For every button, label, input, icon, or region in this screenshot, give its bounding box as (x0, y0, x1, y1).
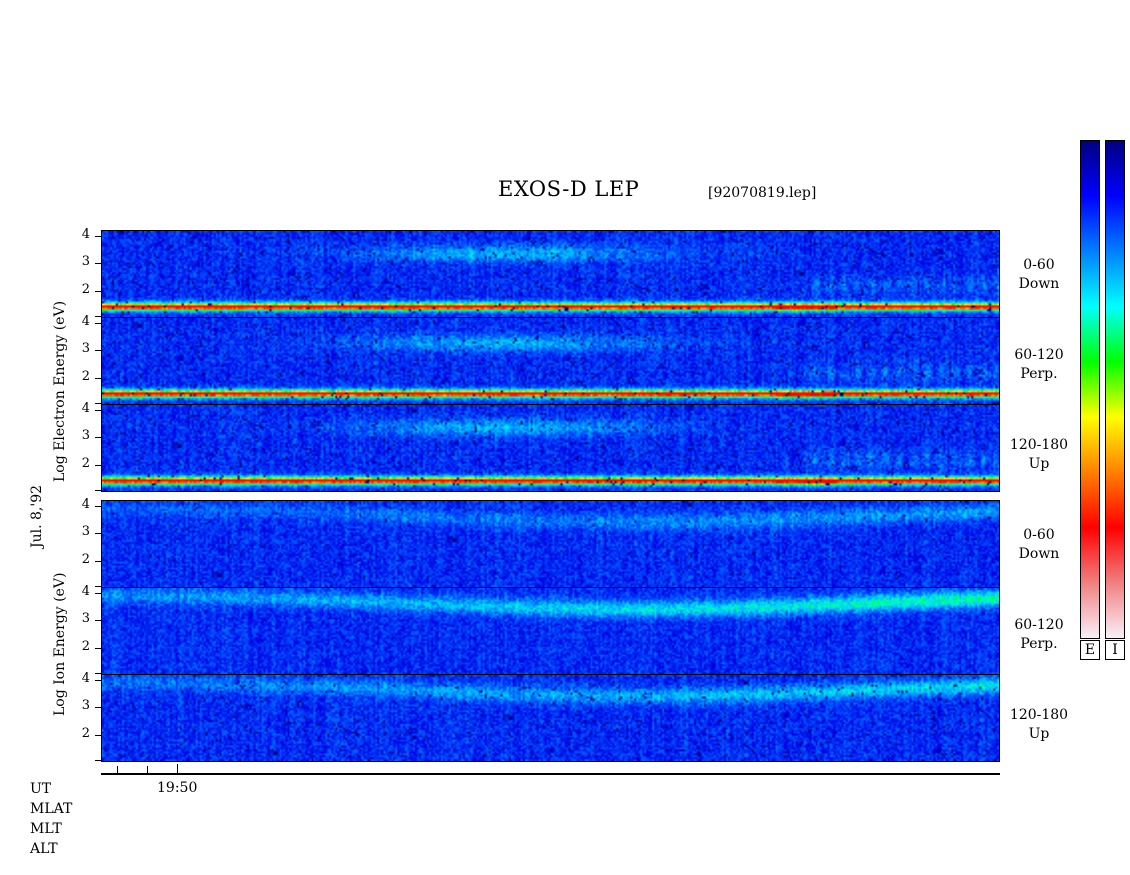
chart-title: EXOS-D LEP (498, 177, 640, 201)
y-tick-mark (95, 410, 101, 411)
pitch-direction: Perp. (1020, 636, 1058, 652)
y-tick-mark (95, 673, 101, 674)
axis-row-labels: UT MLAT MLT ALT (30, 779, 72, 859)
spectrogram-electron-down (102, 231, 999, 317)
file-name: [92070819.lep] (708, 185, 817, 201)
pitch-range: 0-60 (1023, 527, 1055, 543)
colorbar-ion (1105, 140, 1125, 639)
pitch-range: 0-60 (1023, 257, 1055, 273)
y-tick-label: 3 (81, 254, 90, 269)
y-tick-mark (95, 760, 101, 761)
spectrogram-ion-down (102, 501, 999, 587)
y-tick-mark (95, 735, 101, 736)
pitch-direction: Down (1018, 546, 1060, 562)
pitch-range: 120-180 (1009, 437, 1069, 453)
panel-ion-down (101, 500, 1000, 588)
y-tick-mark (95, 490, 101, 491)
time-tick (147, 766, 148, 774)
time-axis (101, 773, 1000, 775)
pitch-direction: Down (1018, 276, 1060, 292)
y-tick-mark (95, 620, 101, 621)
y-tick-label: 3 (81, 524, 90, 539)
y-tick-mark (95, 648, 101, 649)
y-tick-label: 2 (81, 725, 90, 741)
spectrogram-electron-up (102, 405, 999, 491)
panel-electron-up (101, 404, 1000, 492)
y-tick-mark (95, 291, 101, 292)
spectrogram-electron-perp (102, 318, 999, 404)
y-tick-label: 4 (81, 313, 90, 329)
y-tick-mark (95, 378, 101, 379)
y-tick-mark (95, 316, 101, 317)
axis-row-alt: ALT (30, 841, 58, 857)
time-tick (177, 764, 178, 774)
y-tick-mark (95, 680, 101, 681)
panel-ion-perp (101, 587, 1000, 675)
y-tick-mark (95, 350, 101, 351)
y-tick-mark (95, 236, 101, 237)
pitch-direction: Up (1028, 726, 1050, 742)
pitch-label-electron-down: 0-60 Down (1004, 256, 1074, 294)
ion-y-label: Log Ion Energy (eV) (52, 572, 68, 716)
y-tick-mark (95, 437, 101, 438)
y-tick-label: 4 (81, 226, 90, 242)
y-tick-mark (95, 263, 101, 264)
y-tick-label: 2 (81, 638, 90, 654)
axis-row-ut: UT (30, 781, 52, 797)
y-tick-label: 2 (81, 281, 90, 297)
axis-row-mlt: MLT (30, 821, 62, 837)
pitch-label-electron-perp: 60-120 Perp. (1004, 346, 1074, 384)
y-tick-label: 2 (81, 551, 90, 567)
pitch-direction: Up (1028, 456, 1050, 472)
spectrogram-ion-up (102, 675, 999, 761)
colorbar-electron (1080, 140, 1100, 639)
y-tick-mark (95, 465, 101, 466)
y-tick-label: 2 (81, 368, 90, 384)
y-tick-mark (95, 586, 101, 587)
pitch-range: 120-180 (1009, 707, 1069, 723)
y-tick-label: 3 (81, 428, 90, 443)
spectrogram-ion-perp (102, 588, 999, 674)
y-tick-mark (95, 533, 101, 534)
axis-row-mlat: MLAT (30, 801, 73, 817)
y-tick-label: 2 (81, 455, 90, 471)
pitch-label-ion-down: 0-60 Down (1004, 526, 1074, 564)
y-tick-label: 4 (81, 670, 90, 686)
y-tick-mark (95, 403, 101, 404)
time-tick (117, 766, 118, 774)
pitch-label-electron-up: 120-180 Up (1004, 436, 1074, 474)
y-tick-mark (95, 593, 101, 594)
pitch-label-ion-perp: 60-120 Perp. (1004, 616, 1074, 654)
colorbar-electron-label: E (1080, 640, 1100, 660)
y-tick-label: 3 (81, 611, 90, 626)
y-tick-label: 4 (81, 400, 90, 416)
y-tick-label: 3 (81, 698, 90, 713)
panel-electron-perp (101, 317, 1000, 405)
y-tick-mark (95, 707, 101, 708)
y-tick-label: 3 (81, 341, 90, 356)
pitch-range: 60-120 (1014, 617, 1064, 633)
y-tick-label: 4 (81, 496, 90, 512)
panel-electron-down (101, 230, 1000, 318)
electron-y-label: Log Electron Energy (eV) (52, 300, 68, 482)
pitch-range: 60-120 (1014, 347, 1064, 363)
pitch-direction: Perp. (1020, 366, 1058, 382)
colorbar-ion-label: I (1105, 640, 1125, 660)
y-tick-mark (95, 323, 101, 324)
y-tick-label: 4 (81, 583, 90, 599)
time-tick-label: 19:50 (157, 780, 198, 796)
y-tick-mark (95, 561, 101, 562)
date-label: Jul. 8,'92 (29, 484, 45, 548)
pitch-label-ion-up: 120-180 Up (1004, 706, 1074, 744)
panel-ion-up (101, 674, 1000, 762)
y-tick-mark (95, 506, 101, 507)
